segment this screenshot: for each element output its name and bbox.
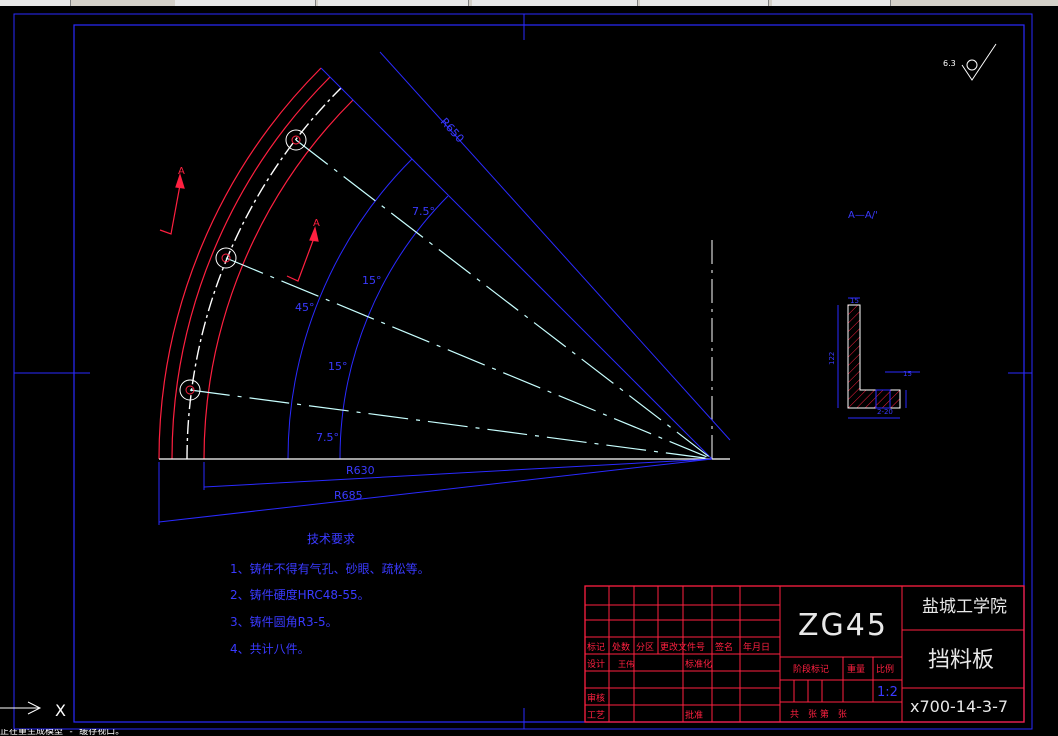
section-marker-outer bbox=[159, 173, 185, 235]
dim-angle-15-lower: 15° bbox=[328, 360, 348, 373]
section-dim-bottom: 2-20 bbox=[877, 408, 893, 416]
section-label-inner: A bbox=[313, 218, 320, 229]
dim-angle-bottom: 7.5° bbox=[316, 431, 339, 444]
hdr-sign: 签名 bbox=[715, 641, 733, 653]
drawing-number: x700-14-3-7 bbox=[910, 697, 1008, 716]
tech-req-item: 1、铸件不得有气孔、砂眼、疏松等。 bbox=[230, 561, 430, 576]
hdr-standard: 标准化 bbox=[685, 658, 712, 670]
inner-arc-1 bbox=[203, 99, 354, 460]
hdr-change-doc: 更改文件号 bbox=[660, 641, 705, 653]
section-view-title: A—A/' bbox=[848, 210, 878, 221]
dim-r630: R630 bbox=[346, 464, 375, 477]
scale-value: 1:2 bbox=[877, 685, 898, 700]
hdr-process: 工艺 bbox=[587, 710, 605, 721]
hdr-date: 年月日 bbox=[743, 641, 770, 653]
section-marker-inner bbox=[286, 226, 319, 282]
sector-arcs bbox=[158, 67, 449, 460]
tech-req-item: 3、铸件圆角R3-5。 bbox=[230, 614, 338, 629]
hdr-scale: 比例 bbox=[876, 663, 894, 675]
hdr-sheets: 共 张 第 张 bbox=[790, 708, 847, 720]
designer-name: 王伟 bbox=[618, 659, 634, 669]
sector-edge-line bbox=[320, 67, 713, 460]
hdr-count: 处数 bbox=[612, 641, 630, 653]
tech-req-title: 技术要求 bbox=[307, 532, 355, 546]
hdr-weight: 重量 bbox=[847, 663, 865, 675]
roughness-value: 6.3 bbox=[943, 59, 956, 68]
part-name: 挡料板 bbox=[928, 648, 994, 673]
ucs-x-label: X bbox=[55, 701, 66, 720]
section-dim-side: 15 bbox=[903, 370, 912, 378]
tech-req-item: 4、共计八件。 bbox=[230, 642, 310, 656]
roughness-icon bbox=[961, 43, 997, 81]
bolt-circle-arc bbox=[186, 87, 342, 460]
dim-r650: R650 bbox=[438, 115, 467, 145]
hdr-design: 设计 bbox=[587, 658, 605, 670]
dim-angle-45: 45° bbox=[295, 301, 315, 314]
command-status-text: 正在重生成模型 - 缓存视口。 bbox=[0, 729, 125, 736]
tech-req-item: 2、铸件硬度HRC48-55。 bbox=[230, 587, 370, 602]
dim-angle-top: 7.5° bbox=[412, 205, 435, 218]
dim-angle-15-upper: 15° bbox=[362, 274, 382, 287]
cad-drawing-canvas[interactable]: R650 R630 R685 7.5° 15° 45° 15° 7.5° A A… bbox=[0, 0, 1058, 736]
hdr-review: 审核 bbox=[587, 692, 605, 704]
hdr-approve: 批准 bbox=[685, 709, 703, 721]
hdr-mark: 标记 bbox=[587, 641, 605, 653]
school-name: 盐城工学院 bbox=[922, 597, 1007, 617]
section-label-outer: A bbox=[178, 166, 185, 177]
ucs-icon bbox=[0, 701, 42, 715]
hdr-zone: 分区 bbox=[636, 642, 654, 653]
hdr-stage-mark: 阶段标记 bbox=[793, 663, 829, 675]
section-view-profile bbox=[847, 304, 901, 409]
radial-centerlines bbox=[189, 139, 713, 460]
section-dim-height: 122 bbox=[828, 352, 836, 365]
dim-r685: R685 bbox=[334, 489, 363, 502]
material-label: ZG45 bbox=[798, 608, 888, 643]
title-block-headers: 标记 处数 分区 更改文件号 签名 年月日 设计 标准化 审核 工艺 批准 阶段… bbox=[587, 641, 894, 721]
section-dim-top: 15 bbox=[850, 297, 859, 305]
